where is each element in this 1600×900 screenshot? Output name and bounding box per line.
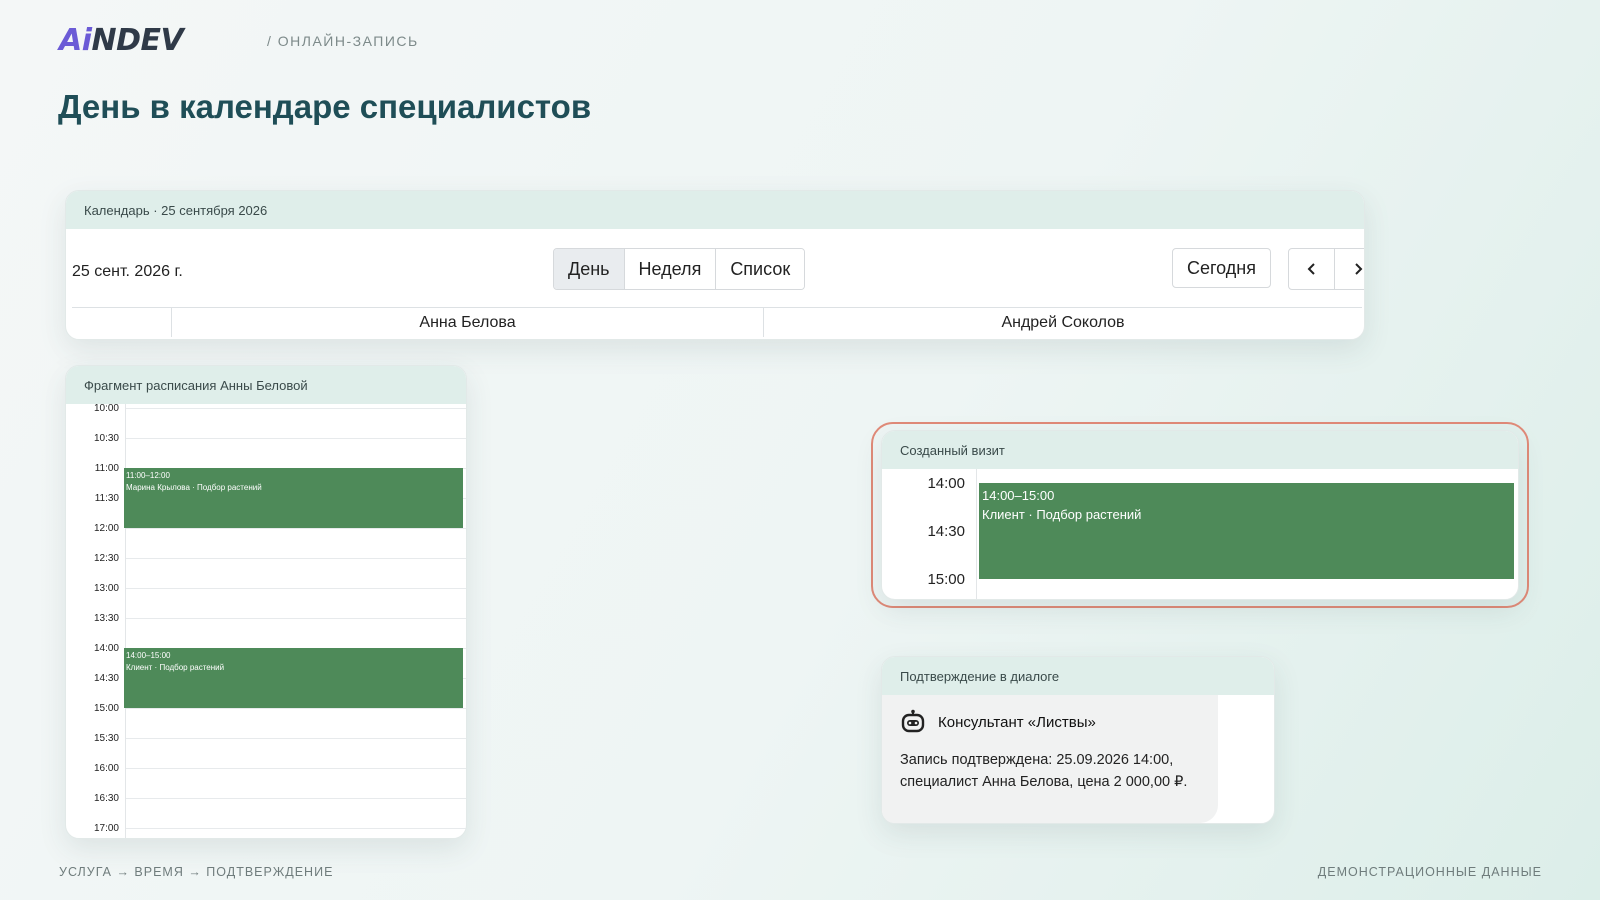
chevron-left-icon [1307,263,1315,275]
page-title: День в календаре специалистов [58,88,592,125]
slot-line [126,828,466,829]
robot-icon [901,709,925,733]
visit-event[interactable]: 14:00–15:00 Клиент · Подбор растений [979,483,1514,579]
slot-time-label: 15:00 [93,703,119,714]
slot-time-label: 11:30 [94,493,119,504]
view-list-button[interactable]: Список [716,249,805,289]
visit-time-label: 14:30 [927,523,965,540]
slot-line [126,798,466,799]
footer-demo-note: ДЕМОНСТРАЦИОННЫЕ ДАННЫЕ [1317,865,1542,879]
slot-time-label: 13:00 [93,583,119,594]
slot-line [126,768,466,769]
slot-time-label: 10:00 [93,403,119,414]
resource-andrey-sokolov[interactable]: Андрей Соколов [764,308,1362,337]
visit-time-label: 14:00 [927,475,965,492]
slot-line [126,618,466,619]
slot-time-label: 17:00 [93,823,119,834]
bot-row: Консультант «Листвы» [900,709,1200,735]
resource-anna-belova[interactable]: Анна Белова [172,308,764,337]
visit-event-time: 14:00–15:00 [982,488,1055,503]
slot-line [126,408,466,409]
next-day-button[interactable] [1335,249,1364,289]
calendar-date-label: 25 сент. 2026 г. [72,263,183,280]
footer-steps: УСЛУГА → ВРЕМЯ → ПОДТВЕРЖДЕНИЕ [59,865,334,879]
slot-time-label: 14:30 [93,673,119,684]
schedule-event[interactable]: 14:00–15:00 Клиент · Подбор растений [124,648,463,708]
event-title: Марина Крылова · Подбор растений [126,483,262,492]
slot-time-label: 16:00 [93,763,119,774]
visit-grid: 14:00 14:30 15:00 14:00–15:00 Клиент · П… [882,469,1518,599]
slot-line [126,708,466,709]
logo-ai: Ai [59,23,92,58]
view-week-button[interactable]: Неделя [624,249,717,289]
event-time: 14:00–15:00 [126,651,171,660]
created-visit-card: Созданный визит 14:00 14:30 15:00 14:00–… [881,430,1519,600]
calendar-card: Календарь · 25 сентября 2026 25 сент. 20… [65,190,1365,340]
bot-name: Консультант «Листвы» [938,713,1096,731]
schedule-fragment-card: Фрагмент расписания Анны Беловой 10:00 10… [65,365,467,839]
view-switcher: День Неделя Список [553,248,806,290]
visit-card-header: Созданный визит [882,431,1518,469]
breadcrumb: / ОНЛАЙН-ЗАПИСЬ [267,33,419,49]
slot-line [126,738,466,739]
slot-line [126,438,466,439]
schedule-card-header: Фрагмент расписания Анны Беловой [66,366,466,404]
slot-time-label: 15:30 [93,733,119,744]
confirmation-message: Запись подтверждена: 25.09.2026 14:00, с… [900,752,1188,790]
today-button[interactable]: Сегодня [1172,248,1271,288]
slot-time-label: 10:30 [93,433,119,444]
schedule-event[interactable]: 11:00–12:00 Марина Крылова · Подбор расте… [124,468,463,528]
slot-time-label: 14:00 [93,643,119,654]
slot-time-label: 12:00 [93,523,119,534]
slot-time-label: 12:30 [93,553,119,564]
event-title: Клиент · Подбор растений [126,663,225,672]
logo-rest: NDEV [91,23,184,58]
view-day-button[interactable]: День [554,249,625,289]
calendar-card-header: Календарь · 25 сентября 2026 [66,191,1364,229]
schedule-grid: 10:00 10:30 11:00 11:30 12:00 12:30 13:00 13:30… [66,403,466,838]
slot-time-label: 16:30 [93,793,119,804]
event-time: 11:00–12:00 [126,471,170,480]
dialog-confirmation-card: Подтверждение в диалоге Консультант «Лис… [881,656,1275,824]
aindev-logo: AiNDEV [59,23,184,58]
date-nav [1288,248,1364,290]
slot-time-label: 11:00 [94,463,119,474]
visit-time-label: 15:00 [927,571,965,588]
resource-corner-cell [72,308,172,337]
slot-line [126,528,466,529]
resource-header-row: Анна Белова Андрей Соколов [72,307,1362,337]
chevron-right-icon [1355,263,1363,275]
slot-time-label: 13:30 [93,613,119,624]
slot-line [126,588,466,589]
chat-bubble: Консультант «Листвы» Запись подтверждена… [882,695,1218,823]
prev-day-button[interactable] [1289,249,1335,289]
slot-line [126,558,466,559]
visit-event-title: Клиент · Подбор растений [982,507,1142,522]
dialog-card-header: Подтверждение в диалоге [882,657,1274,695]
